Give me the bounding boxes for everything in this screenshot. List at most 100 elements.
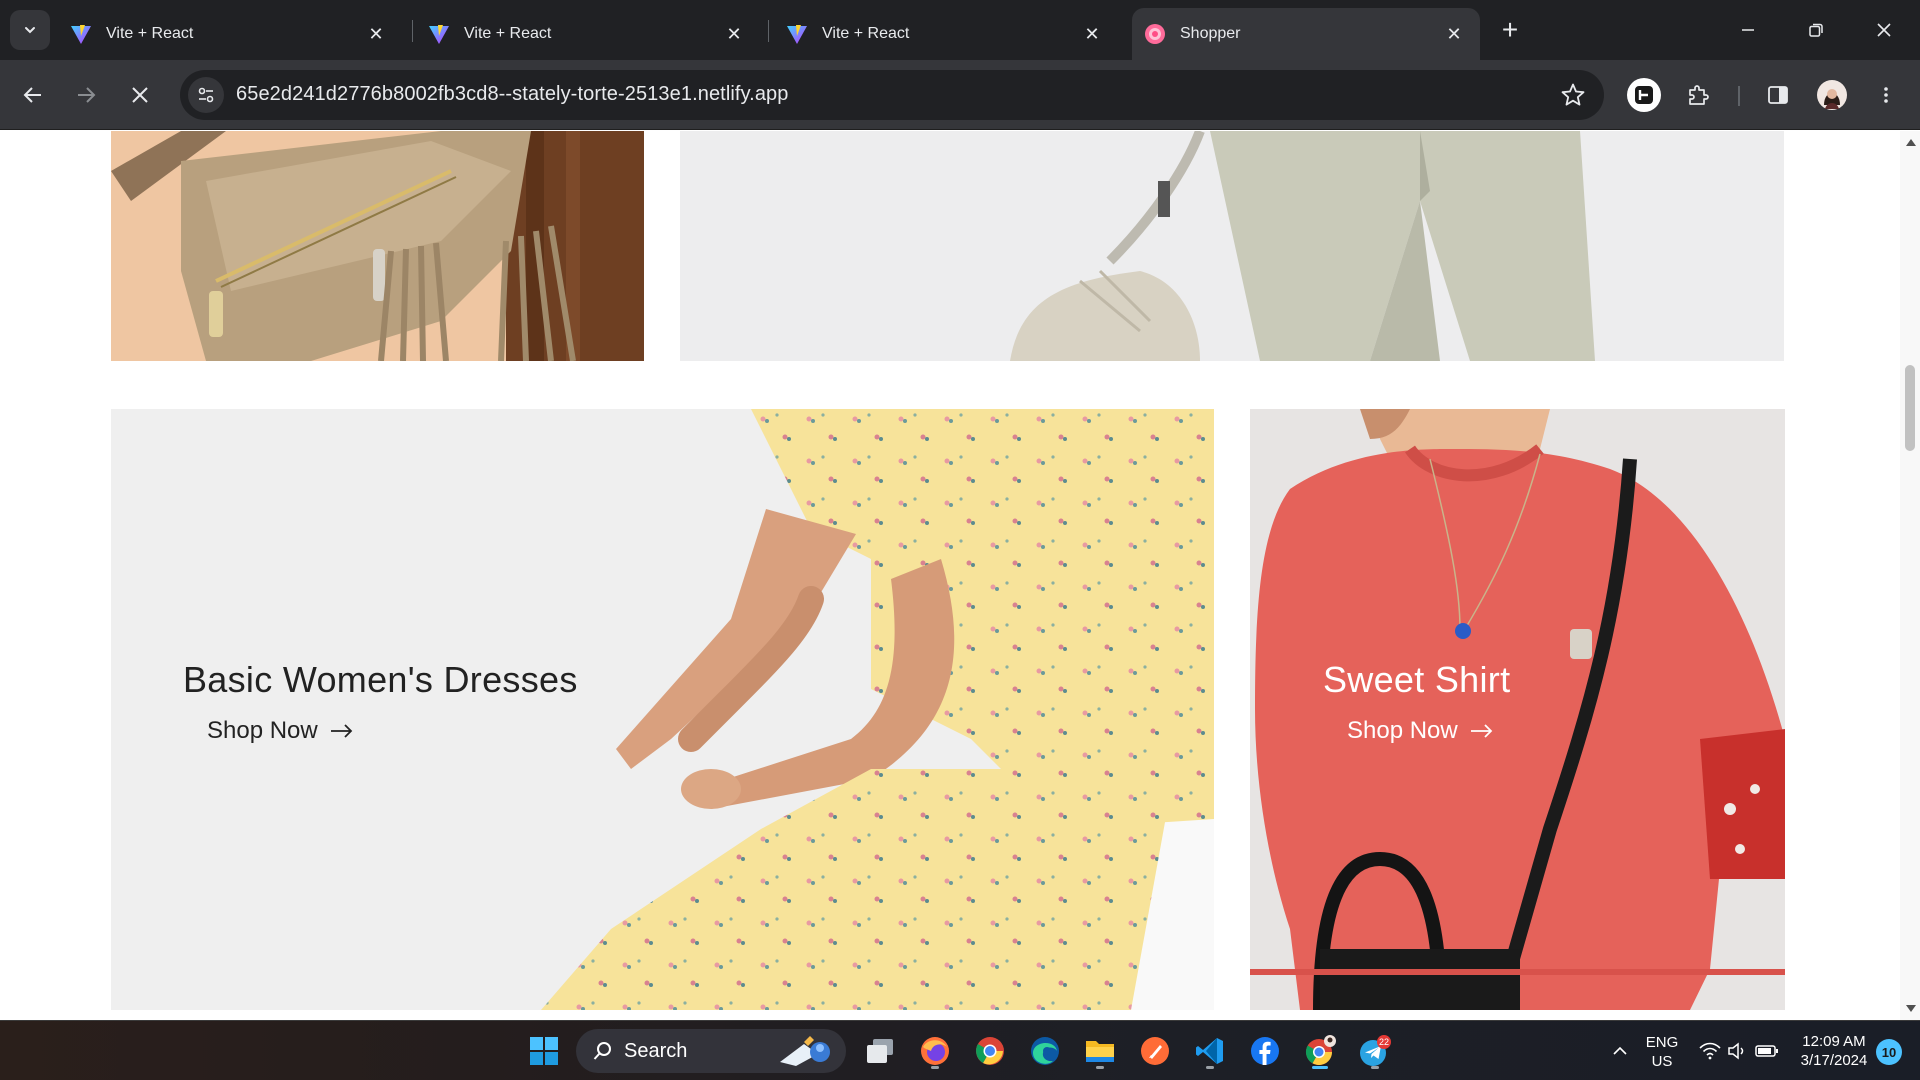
running-indicator — [1096, 1066, 1104, 1069]
vite-icon — [786, 23, 808, 45]
taskbar-chrome-profile[interactable] — [1300, 1031, 1340, 1071]
site-info-button[interactable] — [188, 77, 224, 113]
address-bar[interactable]: 65e2d241d2776b8002fb3cd8--stately-torte-… — [180, 70, 1604, 120]
side-panel-button[interactable] — [1758, 75, 1798, 115]
arrow-right-icon — [78, 87, 96, 103]
close-icon[interactable]: ✕ — [364, 22, 388, 46]
tab-title: Vite + React — [822, 25, 910, 42]
taskbar-search-label: Search — [624, 1039, 688, 1062]
category-card-bag[interactable] — [111, 131, 644, 361]
extension-logo-icon — [1627, 78, 1661, 112]
windows-taskbar: Search 22 ENG US 12:09 AM 3/17/2024 10 — [0, 1020, 1920, 1080]
taskbar-telegram[interactable]: 22 — [1355, 1031, 1395, 1071]
side-panel-icon — [1768, 86, 1788, 104]
taskbar-search-box[interactable]: Search — [576, 1029, 846, 1073]
dresses-card-text: Basic Women's Dresses Shop Now — [183, 659, 578, 745]
search-highlight-icon — [780, 1036, 830, 1066]
scroll-up-arrow[interactable] — [1906, 139, 1916, 146]
extension-button[interactable] — [1624, 75, 1664, 115]
page-viewport: Basic Women's Dresses Shop Now Sweet Shi… — [0, 131, 1900, 1020]
chevron-down-icon — [25, 27, 35, 34]
volume-icon — [1728, 1042, 1744, 1060]
postman-icon — [1141, 1037, 1169, 1065]
card-title: Sweet Shirt — [1323, 659, 1511, 700]
taskbar-facebook[interactable] — [1245, 1031, 1285, 1071]
chrome-icon — [976, 1037, 1004, 1065]
taskbar-file-explorer[interactable] — [1080, 1031, 1120, 1071]
tab-title: Vite + React — [464, 25, 552, 42]
category-card-pants[interactable] — [680, 131, 1784, 361]
browser-tab-active[interactable]: Shopper ✕ — [1132, 8, 1480, 60]
forward-button[interactable] — [66, 75, 106, 115]
arrow-left-icon — [23, 87, 41, 103]
task-view-button[interactable] — [860, 1031, 900, 1071]
fringe-bag-image — [111, 131, 644, 361]
more-vert-icon — [1884, 87, 1888, 103]
start-button[interactable] — [524, 1031, 564, 1071]
show-hidden-icons-button[interactable] — [1600, 1031, 1640, 1071]
battery-icon — [1755, 1045, 1778, 1057]
url-text[interactable]: 65e2d241d2776b8002fb3cd8--stately-torte-… — [236, 83, 789, 106]
taskbar-vscode[interactable] — [1190, 1031, 1230, 1071]
close-icon — [1877, 23, 1891, 37]
sweet-shirt-card-text: Sweet Shirt Shop Now — [1323, 659, 1510, 745]
category-card-dresses[interactable]: Basic Women's Dresses Shop Now — [111, 409, 1214, 1010]
puzzle-icon — [1689, 85, 1709, 105]
vscode-icon — [1196, 1038, 1223, 1064]
close-icon[interactable]: ✕ — [1080, 22, 1104, 46]
bookmark-star-icon[interactable] — [1560, 82, 1586, 108]
wifi-icon — [1699, 1042, 1721, 1060]
tab-separator — [412, 20, 413, 42]
minimize-button[interactable] — [1722, 8, 1774, 52]
tab-search-button[interactable] — [10, 10, 50, 50]
close-window-button[interactable] — [1858, 8, 1910, 52]
profile-button[interactable] — [1812, 75, 1852, 115]
scroll-thumb[interactable] — [1905, 365, 1915, 451]
notification-badge[interactable]: 10 — [1876, 1039, 1902, 1065]
new-tab-button[interactable]: + — [1494, 14, 1526, 46]
shop-now-link[interactable]: Shop Now — [1347, 717, 1510, 745]
arrow-right-icon — [330, 724, 353, 738]
shop-now-link[interactable]: Shop Now — [207, 717, 578, 745]
card-title: Basic Women's Dresses — [183, 659, 578, 700]
running-indicator — [1371, 1066, 1379, 1069]
arrow-right-icon — [1470, 724, 1493, 738]
language-indicator[interactable]: ENG US — [1644, 1033, 1680, 1071]
back-button[interactable] — [13, 75, 53, 115]
quick-settings-button[interactable] — [1694, 1031, 1784, 1071]
menu-button[interactable] — [1866, 75, 1906, 115]
clock-time: 12:09 AM — [1802, 1033, 1866, 1050]
browser-tab[interactable]: Vite + React ✕ — [426, 8, 756, 60]
firefox-icon — [921, 1037, 949, 1065]
clock-date: 3/17/2024 — [1800, 1052, 1868, 1069]
running-indicator-active — [1312, 1066, 1328, 1069]
tab-strip: Vite + React ✕ Vite + React ✕ Vite + Rea… — [0, 0, 1920, 60]
running-indicator — [1206, 1066, 1214, 1069]
taskbar-chrome[interactable] — [970, 1031, 1010, 1071]
edge-icon — [1031, 1037, 1059, 1065]
telegram-badge: 22 — [1379, 1037, 1389, 1047]
pants-handbag-image — [680, 131, 1784, 361]
taskbar-postman[interactable] — [1135, 1031, 1175, 1071]
taskbar-firefox[interactable] — [915, 1031, 955, 1071]
browser-tab[interactable]: Vite + React ✕ — [784, 8, 1114, 60]
restore-button[interactable] — [1790, 8, 1842, 52]
close-icon[interactable]: ✕ — [1442, 22, 1466, 46]
chevron-up-icon — [1613, 1046, 1627, 1055]
browser-toolbar: 65e2d241d2776b8002fb3cd8--stately-torte-… — [0, 60, 1920, 130]
language-line2: US — [1651, 1053, 1673, 1070]
minimize-icon — [1742, 29, 1754, 31]
chrome-profile-icon — [1305, 1035, 1336, 1066]
avatar — [1817, 80, 1847, 110]
page-scrollbar[interactable] — [1900, 131, 1920, 1020]
browser-tab[interactable]: Vite + React ✕ — [68, 8, 398, 60]
clock[interactable]: 12:09 AM 3/17/2024 — [1790, 1032, 1878, 1070]
scroll-down-arrow[interactable] — [1906, 1005, 1916, 1012]
extensions-button[interactable] — [1678, 75, 1718, 115]
close-icon[interactable]: ✕ — [722, 22, 746, 46]
search-icon — [593, 1042, 611, 1060]
category-card-sweet-shirt[interactable]: Sweet Shirt Shop Now — [1250, 409, 1785, 1010]
taskbar-edge[interactable] — [1025, 1031, 1065, 1071]
file-explorer-icon — [1086, 1041, 1114, 1062]
stop-loading-button[interactable] — [120, 75, 160, 115]
